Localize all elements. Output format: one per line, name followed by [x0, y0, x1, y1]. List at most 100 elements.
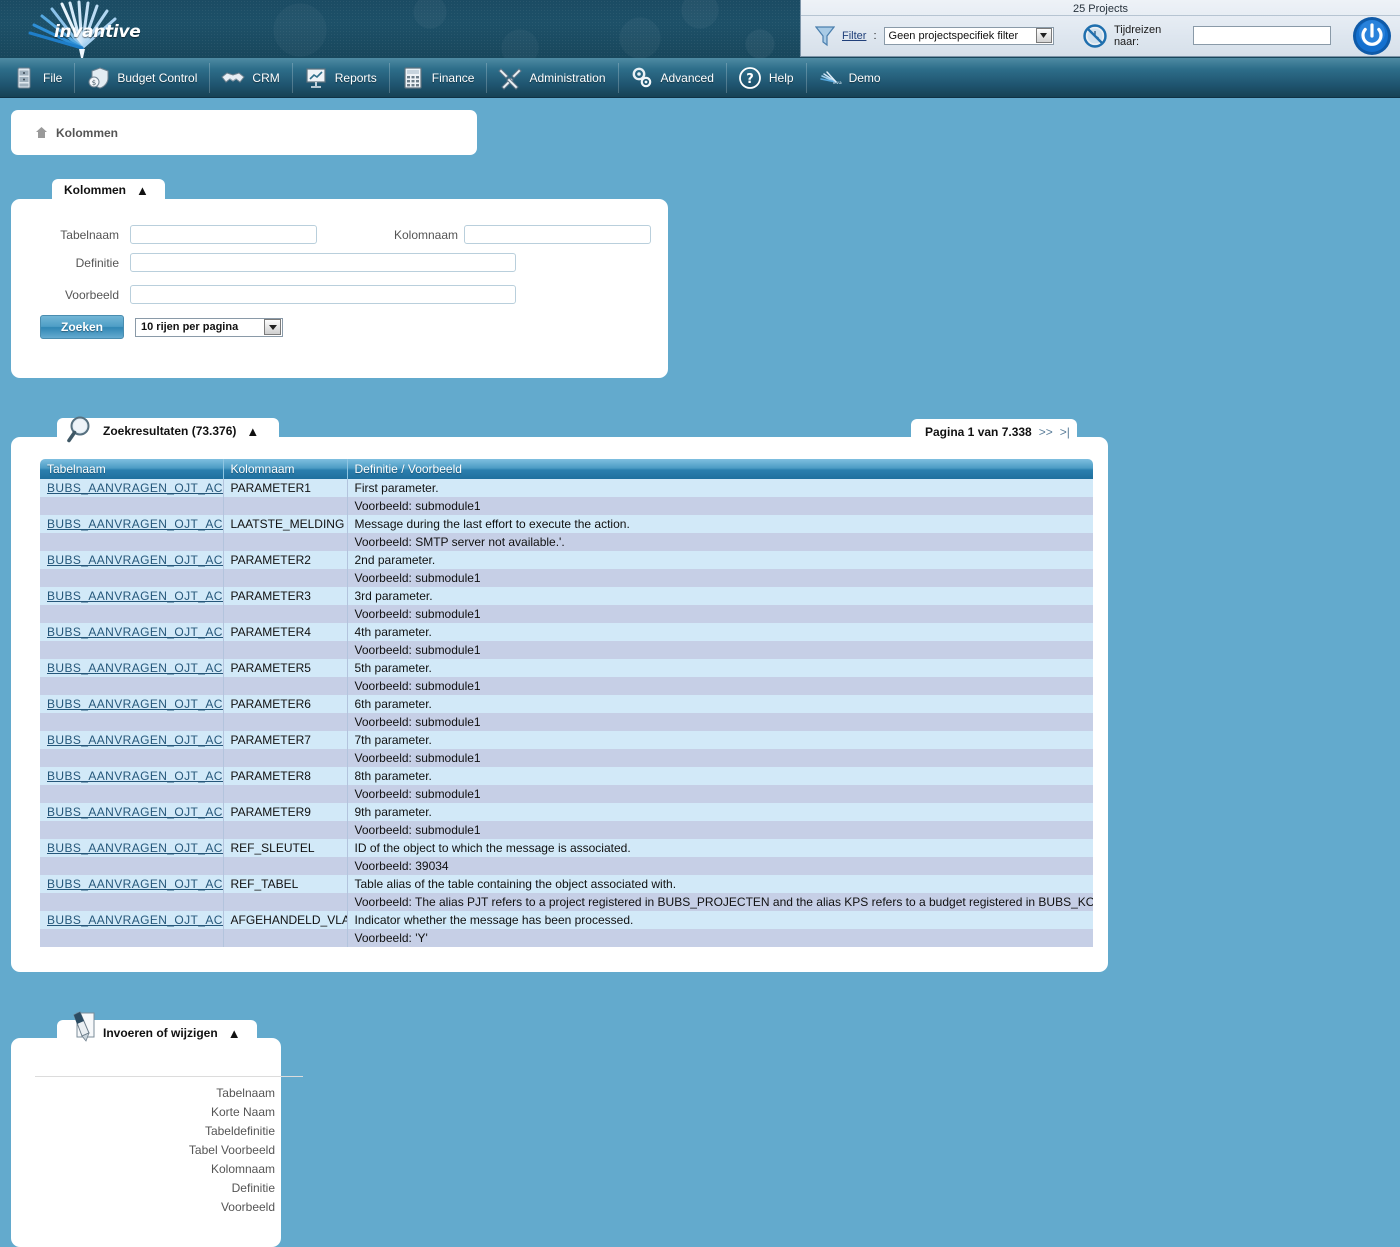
- table-link[interactable]: BUBS_AANVRAGEN_OJT_ACTIE: [47, 661, 223, 675]
- chevron-down-icon[interactable]: [264, 319, 281, 335]
- menu-item-demo[interactable]: invantive Demo: [806, 58, 893, 98]
- table-row-example: Voorbeeld: submodule1: [40, 497, 1093, 515]
- definitie-input[interactable]: [130, 253, 516, 272]
- cell-definitie: First parameter.: [347, 479, 1093, 497]
- cell-empty: [223, 641, 347, 659]
- table-row-example: Voorbeeld: submodule1: [40, 713, 1093, 731]
- table-link[interactable]: BUBS_AANVRAGEN_OJT_ACTIE: [47, 733, 223, 747]
- cell-kolomnaam: PARAMETER4: [223, 623, 347, 641]
- pen-document-icon: [65, 1011, 99, 1049]
- cell-tabelnaam: BUBS_AANVRAGEN_OJT_ACTIE: [40, 479, 223, 497]
- cell-kolomnaam: PARAMETER9: [223, 803, 347, 821]
- menu-item-reports[interactable]: Reports: [292, 58, 389, 98]
- rows-per-page-select[interactable]: 10 rijen per pagina: [135, 318, 283, 337]
- table-link[interactable]: BUBS_AANVRAGEN_OJT_ACTIE: [47, 841, 223, 855]
- zoeken-button[interactable]: Zoeken: [40, 315, 124, 339]
- project-filter-value: Geen projectspecifiek filter: [889, 30, 1019, 42]
- cell-empty: [223, 857, 347, 875]
- table-link[interactable]: BUBS_AANVRAGEN_OJT_ACTIE: [47, 589, 223, 603]
- cell-tabelnaam: BUBS_AANVRAGEN_OJT_ACTIE: [40, 515, 223, 533]
- edit-field-label: Korte Naam: [11, 1103, 275, 1122]
- search-panel-tab[interactable]: Kolommen ▲: [52, 179, 165, 201]
- cell-tabelnaam: BUBS_AANVRAGEN_OJT_ACTIE: [40, 803, 223, 821]
- cell-voorbeeld: Voorbeeld: The alias PJT refers to a pro…: [347, 893, 1093, 911]
- menu-item-advanced[interactable]: Advanced: [618, 58, 726, 98]
- home-icon: [35, 126, 48, 139]
- voorbeeld-input[interactable]: [130, 285, 516, 304]
- menu-item-crm[interactable]: CRM: [209, 58, 291, 98]
- edit-panel-body: TabelnaamKorte NaamTabeldefinitieTabel V…: [11, 1038, 281, 1247]
- menu-item-file[interactable]: File: [0, 58, 74, 98]
- project-filter-select[interactable]: Geen projectspecifiek filter: [884, 27, 1054, 45]
- table-row-example: Voorbeeld: submodule1: [40, 605, 1093, 623]
- timetravel-input[interactable]: [1193, 26, 1331, 45]
- main-menu-bar: File $ Budget Control CRM Reports: [0, 58, 1400, 98]
- breadcrumb-label[interactable]: Kolommen: [56, 126, 118, 140]
- edit-panel-tab[interactable]: Invoeren of wijzigen ▲: [57, 1020, 257, 1046]
- table-row-example: Voorbeeld: 39034: [40, 857, 1093, 875]
- kolomnaam-input[interactable]: [464, 225, 651, 244]
- edit-field-labels: TabelnaamKorte NaamTabeldefinitieTabel V…: [11, 1084, 275, 1217]
- clock-no-icon[interactable]: [1083, 24, 1107, 48]
- cell-empty: [40, 713, 223, 731]
- projects-count-label: 25 Projects: [801, 0, 1400, 16]
- cell-tabelnaam: BUBS_AANVRAGEN_OJT_ACTIE: [40, 587, 223, 605]
- last-page-link[interactable]: >|: [1060, 425, 1070, 439]
- table-link[interactable]: BUBS_AANVRAGEN_OJT_ACTIE: [47, 913, 223, 927]
- tabelnaam-input[interactable]: [130, 225, 317, 244]
- column-header-definitie[interactable]: Definitie / Voorbeeld: [347, 459, 1093, 479]
- cell-tabelnaam: BUBS_AANVRAGEN_OJT_ACTIE: [40, 659, 223, 677]
- table-row: BUBS_AANVRAGEN_OJT_ACTIEPARAMETER33rd pa…: [40, 587, 1093, 605]
- results-panel-body: Tabelnaam Kolomnaam Definitie / Voorbeel…: [11, 437, 1108, 972]
- table-link[interactable]: BUBS_AANVRAGEN_OJT_ACTIE: [47, 877, 223, 891]
- power-button-icon[interactable]: [1352, 16, 1392, 56]
- chevron-up-icon[interactable]: ▲: [246, 425, 259, 438]
- cell-voorbeeld: Voorbeeld: SMTP server not available.'.: [347, 533, 1093, 551]
- cell-definitie: 4th parameter.: [347, 623, 1093, 641]
- menu-item-finance[interactable]: Finance: [389, 58, 487, 98]
- next-page-link[interactable]: >>: [1039, 425, 1053, 439]
- calculator-icon: [401, 66, 425, 90]
- definitie-label: Definitie: [11, 256, 119, 270]
- table-link[interactable]: BUBS_AANVRAGEN_OJT_ACTIE: [47, 769, 223, 783]
- filter-label[interactable]: Filter: [842, 30, 866, 42]
- menu-label: File: [43, 71, 62, 85]
- table-link[interactable]: BUBS_AANVRAGEN_OJT_ACTIE: [47, 805, 223, 819]
- cell-kolomnaam: REF_TABEL: [223, 875, 347, 893]
- table-link[interactable]: BUBS_AANVRAGEN_OJT_ACTIE: [47, 697, 223, 711]
- cell-tabelnaam: BUBS_AANVRAGEN_OJT_ACTIE: [40, 551, 223, 569]
- menu-item-budget-control[interactable]: $ Budget Control: [74, 58, 209, 98]
- cell-empty: [40, 533, 223, 551]
- menu-item-administration[interactable]: Administration: [486, 58, 617, 98]
- menu-label: Budget Control: [117, 71, 197, 85]
- cell-definitie: Table alias of the table containing the …: [347, 875, 1093, 893]
- table-row: BUBS_AANVRAGEN_OJT_ACTIEPARAMETER44th pa…: [40, 623, 1093, 641]
- table-link[interactable]: BUBS_AANVRAGEN_OJT_ACTIE: [47, 517, 223, 531]
- menu-item-help[interactable]: ? Help: [726, 58, 806, 98]
- cell-empty: [40, 893, 223, 911]
- results-panel-tab[interactable]: Zoekresultaten (73.376) ▲: [57, 418, 279, 444]
- edit-field-label: Kolomnaam: [11, 1160, 275, 1179]
- cell-tabelnaam: BUBS_AANVRAGEN_OJT_ACTIE: [40, 623, 223, 641]
- table-header-row: Tabelnaam Kolomnaam Definitie / Voorbeel…: [40, 459, 1093, 479]
- table-row: BUBS_AANVRAGEN_OJT_ACTIEREF_TABELTable a…: [40, 875, 1093, 893]
- chevron-up-icon[interactable]: ▲: [136, 184, 149, 197]
- tabelnaam-label: Tabelnaam: [11, 228, 119, 242]
- chevron-up-icon[interactable]: ▲: [228, 1027, 241, 1040]
- table-link[interactable]: BUBS_AANVRAGEN_OJT_ACTIE: [47, 625, 223, 639]
- cell-voorbeeld: Voorbeeld: submodule1: [347, 497, 1093, 515]
- cell-empty: [40, 569, 223, 587]
- kolomnaam-label: Kolomnaam: [338, 228, 458, 242]
- cell-definitie: 8th parameter.: [347, 767, 1093, 785]
- column-header-tabelnaam[interactable]: Tabelnaam: [40, 459, 223, 479]
- table-link[interactable]: BUBS_AANVRAGEN_OJT_ACTIE: [47, 481, 223, 495]
- cell-empty: [223, 821, 347, 839]
- search-panel-body: Tabelnaam Kolomnaam Definitie Voorbeeld …: [11, 199, 668, 378]
- table-link[interactable]: BUBS_AANVRAGEN_OJT_ACTIE: [47, 553, 223, 567]
- chevron-down-icon[interactable]: [1036, 28, 1052, 43]
- cell-definitie: 7th parameter.: [347, 731, 1093, 749]
- cell-empty: [223, 785, 347, 803]
- cell-empty: [40, 785, 223, 803]
- column-header-kolomnaam[interactable]: Kolomnaam: [223, 459, 347, 479]
- cell-empty: [40, 857, 223, 875]
